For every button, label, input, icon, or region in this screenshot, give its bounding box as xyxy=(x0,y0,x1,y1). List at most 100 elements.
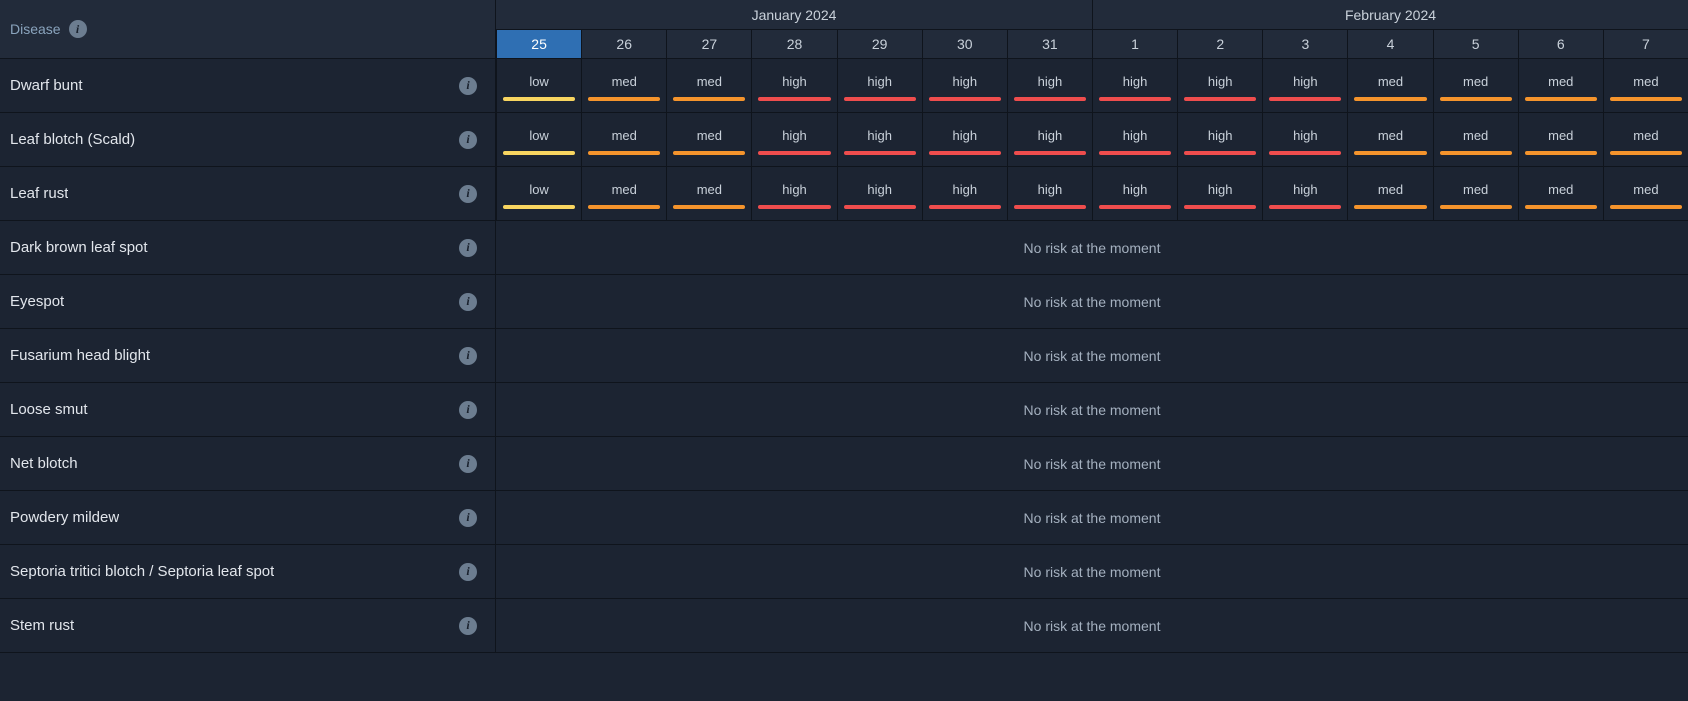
no-risk-message: No risk at the moment xyxy=(496,329,1688,383)
risk-level-label: high xyxy=(782,74,807,89)
risk-cell[interactable]: high xyxy=(1092,59,1177,113)
info-icon[interactable]: i xyxy=(459,455,477,473)
day-header[interactable]: 5 xyxy=(1433,30,1518,59)
risk-cell[interactable]: high xyxy=(1262,59,1347,113)
info-icon[interactable]: i xyxy=(459,617,477,635)
risk-level-bar xyxy=(844,151,916,155)
info-icon[interactable]: i xyxy=(459,185,477,203)
risk-cell[interactable]: med xyxy=(1603,167,1688,221)
risk-level-label: med xyxy=(1463,128,1488,143)
risk-cell[interactable]: med xyxy=(1433,59,1518,113)
day-header[interactable]: 30 xyxy=(922,30,1007,59)
day-header[interactable]: 3 xyxy=(1262,30,1347,59)
day-header[interactable]: 31 xyxy=(1007,30,1092,59)
risk-cell[interactable]: high xyxy=(1007,59,1092,113)
risk-cell[interactable]: high xyxy=(1007,167,1092,221)
info-icon[interactable]: i xyxy=(459,239,477,257)
risk-cell[interactable]: med xyxy=(1603,59,1688,113)
disease-name-text: Eyespot xyxy=(10,293,64,310)
info-icon[interactable]: i xyxy=(459,347,477,365)
risk-cell[interactable]: high xyxy=(837,113,922,167)
risk-cell[interactable]: med xyxy=(666,167,751,221)
risk-cell[interactable]: high xyxy=(1177,59,1262,113)
risk-level-bar xyxy=(1184,151,1256,155)
risk-cell[interactable]: high xyxy=(1262,167,1347,221)
risk-cell[interactable]: med xyxy=(1347,59,1432,113)
risk-cell[interactable]: high xyxy=(751,59,836,113)
risk-level-label: med xyxy=(1548,128,1573,143)
risk-cell[interactable]: med xyxy=(666,59,751,113)
day-header[interactable]: 26 xyxy=(581,30,666,59)
risk-level-bar xyxy=(1269,97,1341,101)
risk-cell[interactable]: med xyxy=(1347,113,1432,167)
info-icon[interactable]: i xyxy=(459,401,477,419)
risk-cell[interactable]: high xyxy=(837,167,922,221)
disease-row-label: Net blotch i xyxy=(0,437,496,491)
risk-level-bar xyxy=(673,151,745,155)
risk-cell[interactable]: med xyxy=(581,59,666,113)
risk-cell[interactable]: med xyxy=(1433,113,1518,167)
risk-cell[interactable]: high xyxy=(922,167,1007,221)
disease-row-label: Septoria tritici blotch / Septoria leaf … xyxy=(0,545,496,599)
risk-level-bar xyxy=(1269,151,1341,155)
risk-level-label: high xyxy=(1038,182,1063,197)
info-icon[interactable]: i xyxy=(69,20,87,38)
risk-level-bar xyxy=(1610,97,1682,101)
day-header[interactable]: 27 xyxy=(666,30,751,59)
risk-cell[interactable]: high xyxy=(1092,113,1177,167)
risk-level-bar xyxy=(1354,97,1426,101)
risk-level-bar xyxy=(1184,97,1256,101)
disease-row-label: Eyespot i xyxy=(0,275,496,329)
risk-level-label: med xyxy=(697,182,722,197)
disease-name-text: Net blotch xyxy=(10,455,78,472)
risk-cell[interactable]: high xyxy=(837,59,922,113)
risk-level-label: low xyxy=(529,182,549,197)
no-risk-message: No risk at the moment xyxy=(496,437,1688,491)
risk-cell[interactable]: high xyxy=(1262,113,1347,167)
info-icon[interactable]: i xyxy=(459,293,477,311)
risk-cell[interactable]: med xyxy=(1347,167,1432,221)
risk-level-bar xyxy=(673,205,745,209)
risk-cell[interactable]: med xyxy=(666,113,751,167)
day-header[interactable]: 1 xyxy=(1092,30,1177,59)
day-header[interactable]: 29 xyxy=(837,30,922,59)
risk-level-bar xyxy=(758,151,830,155)
risk-level-bar xyxy=(1440,205,1512,209)
risk-cell[interactable]: low xyxy=(496,59,581,113)
risk-cell[interactable]: med xyxy=(581,113,666,167)
risk-cell[interactable]: med xyxy=(581,167,666,221)
risk-cell[interactable]: high xyxy=(922,59,1007,113)
day-header[interactable]: 6 xyxy=(1518,30,1603,59)
risk-cell[interactable]: high xyxy=(1177,167,1262,221)
risk-cell[interactable]: med xyxy=(1603,113,1688,167)
risk-cell[interactable]: high xyxy=(751,167,836,221)
risk-level-label: med xyxy=(1633,182,1658,197)
risk-cell[interactable]: med xyxy=(1518,113,1603,167)
info-icon[interactable]: i xyxy=(459,131,477,149)
risk-cell[interactable]: high xyxy=(1092,167,1177,221)
day-header[interactable]: 25 xyxy=(496,30,581,59)
risk-level-bar xyxy=(1354,151,1426,155)
risk-cell[interactable]: low xyxy=(496,167,581,221)
risk-cell[interactable]: med xyxy=(1518,59,1603,113)
info-icon[interactable]: i xyxy=(459,509,477,527)
info-icon[interactable]: i xyxy=(459,563,477,581)
no-risk-message: No risk at the moment xyxy=(496,275,1688,329)
risk-cell[interactable]: high xyxy=(922,113,1007,167)
risk-cell[interactable]: high xyxy=(1177,113,1262,167)
risk-cell[interactable]: med xyxy=(1433,167,1518,221)
risk-level-label: med xyxy=(612,182,637,197)
no-risk-message: No risk at the moment xyxy=(496,545,1688,599)
risk-cell[interactable]: low xyxy=(496,113,581,167)
risk-cell[interactable]: high xyxy=(1007,113,1092,167)
risk-level-bar xyxy=(1099,97,1171,101)
day-header[interactable]: 4 xyxy=(1347,30,1432,59)
risk-cell[interactable]: high xyxy=(751,113,836,167)
risk-cell[interactable]: med xyxy=(1518,167,1603,221)
risk-level-label: med xyxy=(697,74,722,89)
day-header[interactable]: 7 xyxy=(1603,30,1688,59)
risk-level-label: high xyxy=(867,74,892,89)
day-header[interactable]: 2 xyxy=(1177,30,1262,59)
day-header[interactable]: 28 xyxy=(751,30,836,59)
info-icon[interactable]: i xyxy=(459,77,477,95)
